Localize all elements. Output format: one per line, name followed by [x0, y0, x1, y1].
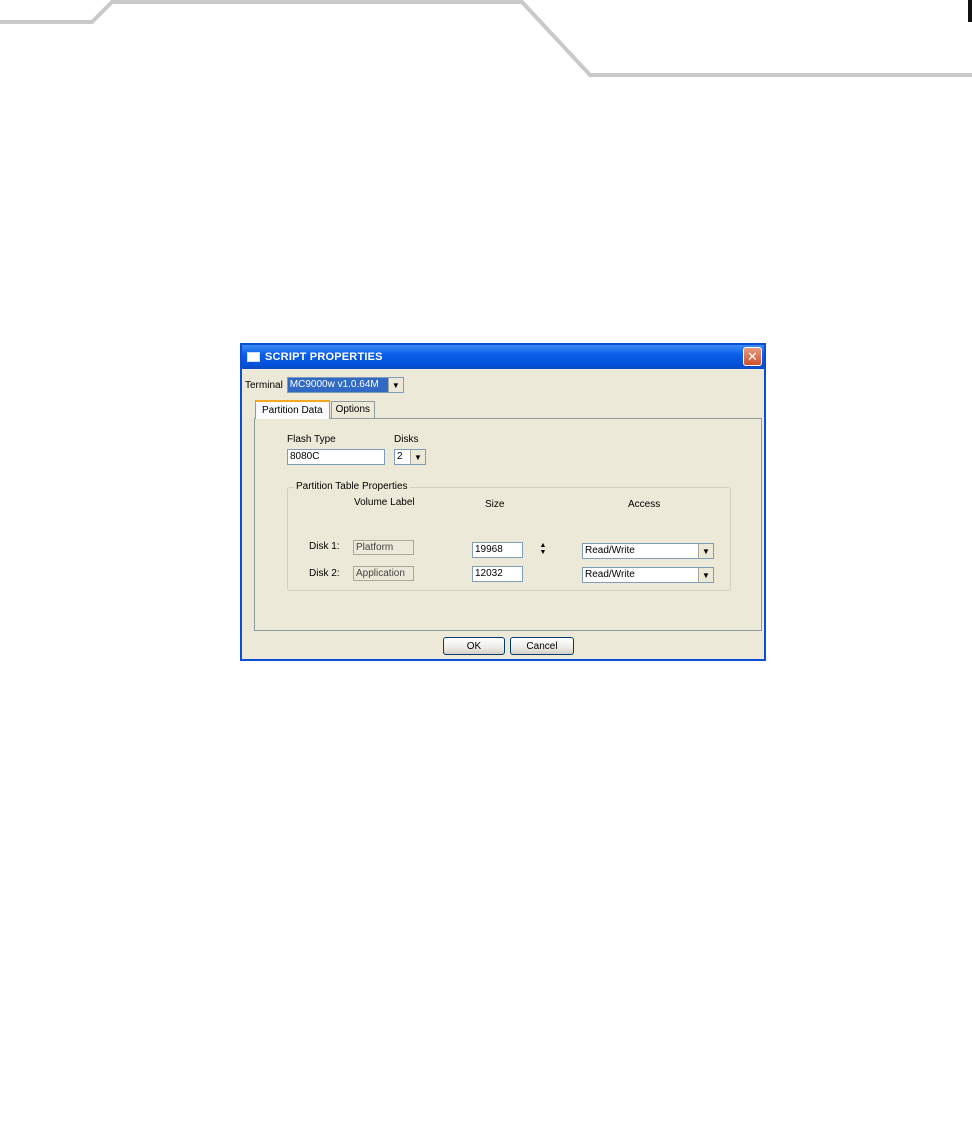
ok-button[interactable]: OK — [443, 637, 505, 655]
disks-select[interactable]: 2 ▼ — [394, 449, 426, 465]
size-header: Size — [485, 499, 505, 510]
spin-up-icon[interactable]: ▲ — [538, 542, 548, 549]
chevron-down-icon[interactable]: ▼ — [698, 544, 713, 558]
terminal-select[interactable]: MC9000w v1.0.64M ▼ — [286, 377, 404, 393]
dialog-title: SCRIPT PROPERTIES — [265, 351, 383, 363]
flash-type-label: Flash Type — [287, 434, 336, 445]
disk-2-access-value: Read/Write — [585, 569, 635, 580]
cancel-button[interactable]: Cancel — [510, 637, 574, 655]
volume-label-header: Volume Label — [354, 497, 415, 508]
disk-1-size-stepper[interactable]: ▲ ▼ — [538, 542, 548, 556]
disk-1-label: Disk 1: — [309, 541, 340, 552]
chevron-down-icon[interactable]: ▼ — [387, 378, 403, 392]
window-icon — [247, 352, 260, 362]
flash-type-input[interactable]: 8080C — [287, 449, 385, 465]
access-header: Access — [628, 499, 661, 510]
partition-data-panel: Flash Type 8080C Disks 2 ▼ Partition Tab… — [254, 418, 762, 631]
disk-1-access-select[interactable]: Read/Write ▼ — [582, 543, 714, 559]
page-edge-mark — [968, 0, 972, 22]
close-button[interactable]: ✕ — [743, 347, 762, 366]
partition-table-title: Partition Table Properties — [294, 481, 410, 492]
disk-1-size-input[interactable]: 19968 — [472, 542, 523, 558]
close-icon: ✕ — [747, 349, 758, 364]
partition-table-group: Partition Table Properties Volume Label … — [287, 481, 731, 591]
chevron-down-icon[interactable]: ▼ — [698, 568, 713, 582]
page-header-decoration — [0, 0, 972, 77]
chevron-down-icon[interactable]: ▼ — [410, 450, 425, 464]
title-bar[interactable]: SCRIPT PROPERTIES ✕ — [242, 345, 764, 369]
script-properties-dialog: SCRIPT PROPERTIES ✕ Terminal MC9000w v1.… — [240, 343, 766, 661]
disks-label: Disks — [394, 434, 419, 445]
terminal-row: Terminal MC9000w v1.0.64M ▼ — [245, 377, 404, 393]
spin-down-icon[interactable]: ▼ — [538, 549, 548, 556]
disk-1-access-value: Read/Write — [585, 545, 635, 556]
tab-partition-data[interactable]: Partition Data — [255, 400, 330, 419]
disks-select-value: 2 — [397, 451, 403, 462]
terminal-label: Terminal — [245, 379, 283, 391]
disk-1-volume-label: Platform — [353, 540, 414, 555]
disk-2-access-select[interactable]: Read/Write ▼ — [582, 567, 714, 583]
terminal-select-value: MC9000w v1.0.64M — [287, 378, 388, 392]
disk-2-size-input[interactable]: 12032 — [472, 566, 523, 582]
disk-2-label: Disk 2: — [309, 568, 340, 579]
disk-2-volume-label: Application — [353, 566, 414, 581]
